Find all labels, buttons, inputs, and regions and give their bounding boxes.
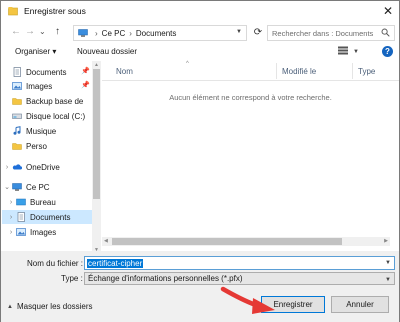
chevron-right-icon[interactable]: ›: [6, 229, 16, 236]
file-list-horizontal-scrollbar[interactable]: ◀ ▶: [102, 237, 390, 246]
new-folder-button[interactable]: Nouveau dossier: [77, 47, 137, 56]
sidebar-item-label: OneDrive: [26, 162, 60, 172]
sidebar-item-onedrive[interactable]: › OneDrive: [2, 160, 92, 174]
filename-field[interactable]: certificat-cipher ▼: [84, 256, 395, 270]
pin-icon: 📌: [81, 82, 90, 89]
sidebar-item-label: Images: [26, 81, 53, 91]
documents-icon: [16, 212, 26, 222]
chevron-down-icon[interactable]: ▼: [236, 29, 242, 35]
sidebar-item-label: Musique: [26, 126, 57, 136]
sidebar-item-documents-quick[interactable]: Documents 📌: [2, 65, 92, 79]
navigation-pane-scrollbar[interactable]: ▲ ▼: [92, 61, 101, 254]
drive-icon: [12, 111, 22, 121]
close-button[interactable]: ✕: [379, 3, 397, 19]
chevron-up-icon: ▲: [7, 303, 13, 310]
breadcrumb-documents[interactable]: Documents: [136, 29, 176, 38]
window-title: Enregistrer sous: [24, 6, 86, 16]
back-button[interactable]: ←: [11, 27, 21, 37]
sort-up-icon: ^: [186, 61, 189, 67]
sidebar-item-documents[interactable]: › Documents: [2, 210, 92, 224]
column-divider[interactable]: [352, 63, 353, 79]
scrollbar-thumb[interactable]: [112, 238, 342, 245]
up-button[interactable]: ↑: [55, 27, 60, 37]
search-input[interactable]: Rechercher dans : Documents: [267, 25, 395, 41]
chevron-right-icon[interactable]: ›: [6, 214, 16, 221]
filename-value: certificat-cipher: [87, 258, 144, 268]
sidebar-item-label: Perso: [26, 141, 47, 151]
sidebar-item-label: Documents: [30, 212, 71, 222]
search-icon: [381, 28, 390, 39]
navigation-bar: ← → ⌄ ↑ › Ce PC › Documents ▼ ⟳ Recherch…: [1, 22, 399, 44]
sidebar-item-images-quick[interactable]: Images 📌: [2, 79, 92, 93]
music-icon: [12, 126, 22, 136]
filetype-label: Type :: [61, 274, 83, 283]
sidebar-item-label: Ce PC: [26, 182, 50, 192]
pc-icon: [12, 182, 22, 192]
column-header-name[interactable]: Nom: [116, 67, 133, 76]
chevron-right-icon[interactable]: ›: [2, 164, 12, 171]
sidebar-item-this-pc[interactable]: ⌄ Ce PC: [2, 180, 92, 194]
sidebar-item-perso[interactable]: Perso: [2, 139, 92, 153]
chevron-down-icon[interactable]: ▼: [385, 260, 391, 266]
search-placeholder: Rechercher dans : Documents: [272, 28, 374, 38]
filetype-value: Échange d'informations personnelles (*.p…: [88, 274, 243, 283]
sidebar-item-local-disk[interactable]: Disque local (C:): [2, 109, 92, 123]
sidebar-item-label: Images: [30, 227, 57, 237]
refresh-icon[interactable]: ⟳: [250, 25, 266, 41]
images-icon: [12, 81, 22, 91]
save-button[interactable]: Enregistrer: [261, 296, 325, 313]
view-options-icon[interactable]: [338, 46, 348, 57]
recent-locations-button[interactable]: ⌄: [39, 27, 46, 37]
pin-icon: 📌: [81, 68, 90, 75]
app-icon: [8, 6, 18, 16]
sidebar-item-images[interactable]: › Images: [2, 225, 92, 239]
save-options-panel: Nom du fichier : certificat-cipher ▼ Typ…: [1, 251, 399, 322]
column-divider[interactable]: [276, 63, 277, 79]
images-icon: [16, 227, 26, 237]
cancel-button[interactable]: Annuler: [331, 296, 389, 313]
chevron-right-icon: ›: [129, 28, 132, 38]
sidebar-item-label: Bureau: [30, 197, 56, 207]
scroll-right-icon[interactable]: ▶: [384, 238, 388, 244]
column-header-type[interactable]: Type: [358, 67, 375, 76]
chevron-down-icon[interactable]: ▼: [353, 49, 359, 55]
title-bar: Enregistrer sous ✕: [1, 1, 399, 21]
chevron-down-icon[interactable]: ▼: [385, 275, 391, 286]
chevron-down-icon[interactable]: ⌄: [2, 183, 12, 191]
computer-icon: [78, 29, 88, 37]
help-icon[interactable]: ?: [382, 46, 393, 57]
scrollbar-thumb[interactable]: [93, 69, 100, 199]
empty-results-message: Aucun élément ne correspond à votre rech…: [169, 93, 332, 102]
file-list-pane: Nom ^ Modifié le Type Aucun élément ne c…: [102, 61, 399, 254]
folder-icon: [12, 96, 22, 106]
filetype-select[interactable]: Échange d'informations personnelles (*.p…: [84, 272, 395, 285]
desktop-icon: [16, 197, 26, 207]
navigation-pane: Documents 📌 Images 📌 Backup base de Disq…: [2, 61, 92, 254]
hide-folders-button[interactable]: ▲ Masquer les dossiers: [7, 302, 93, 311]
sidebar-item-backup[interactable]: Backup base de: [2, 94, 92, 108]
chevron-right-icon: ›: [95, 28, 98, 38]
folder-icon: [12, 141, 22, 151]
organize-menu-button[interactable]: Organiser ▾: [15, 47, 56, 56]
chevron-right-icon[interactable]: ›: [6, 199, 16, 206]
forward-button[interactable]: →: [25, 27, 35, 37]
filename-label: Nom du fichier :: [27, 259, 84, 268]
breadcrumb-ce-pc[interactable]: Ce PC: [102, 29, 126, 38]
onedrive-icon: [12, 162, 23, 172]
sidebar-item-music[interactable]: Musique: [2, 124, 92, 138]
sidebar-item-label: Documents: [26, 67, 67, 77]
command-bar: Organiser ▾ Nouveau dossier ▼ ?: [1, 44, 399, 60]
scroll-up-icon[interactable]: ▲: [92, 62, 101, 68]
sidebar-item-label: Backup base de: [26, 96, 84, 106]
sidebar-item-label: Disque local (C:): [26, 111, 86, 121]
save-as-dialog: Enregistrer sous ✕ ← → ⌄ ↑ › Ce PC › Doc…: [0, 0, 400, 322]
scroll-left-icon[interactable]: ◀: [104, 238, 108, 244]
column-header-modified[interactable]: Modifié le: [282, 67, 316, 76]
address-bar[interactable]: › Ce PC › Documents ▼: [73, 25, 247, 41]
hide-folders-label: Masquer les dossiers: [16, 302, 93, 311]
sidebar-item-desktop[interactable]: › Bureau: [2, 195, 92, 209]
documents-icon: [12, 67, 22, 77]
column-headers: Nom ^ Modifié le Type: [102, 61, 399, 81]
